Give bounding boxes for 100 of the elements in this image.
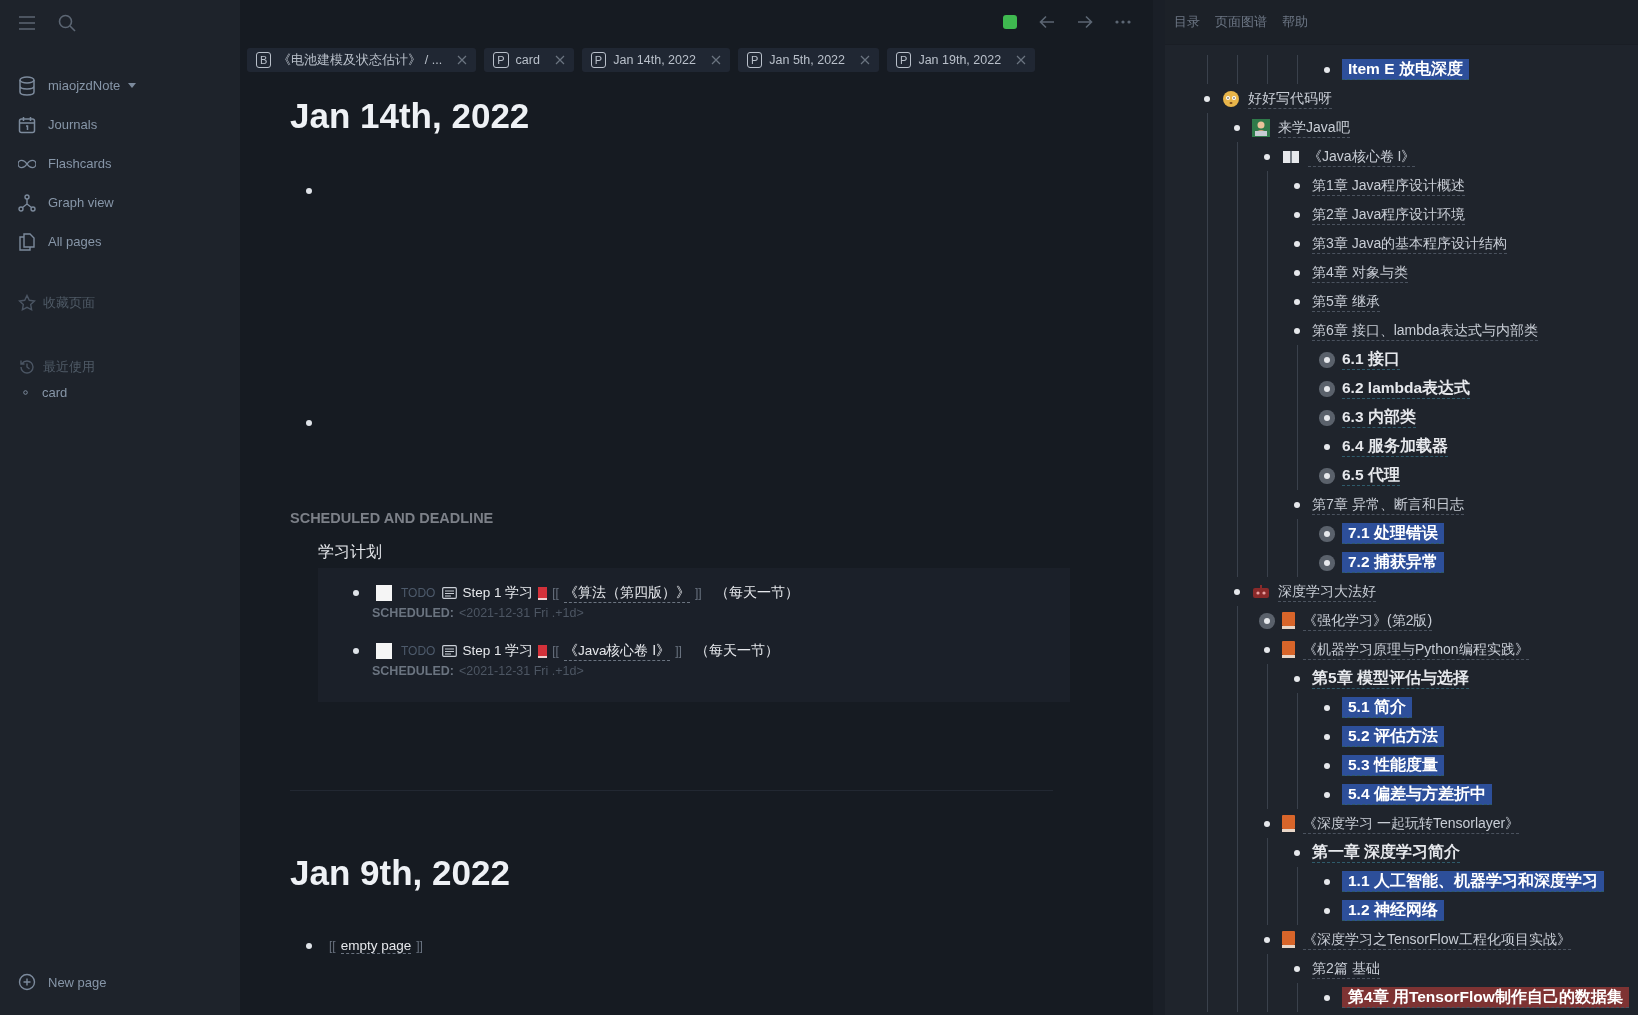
outline-item[interactable]: 第2篇 基础 xyxy=(1312,958,1380,979)
bullet-icon[interactable] xyxy=(1294,849,1300,856)
checkbox[interactable] xyxy=(376,585,392,601)
page-tab[interactable]: B 《电池建模及状态估计》 / ... xyxy=(247,48,477,72)
bullet-icon[interactable] xyxy=(1294,298,1300,305)
outline-item[interactable]: 《Java核心卷 I》 xyxy=(1308,146,1416,167)
bullet-icon[interactable] xyxy=(1294,965,1300,972)
panel-tab[interactable]: 目录 xyxy=(1174,13,1200,31)
nav-item[interactable]: All pages xyxy=(48,234,102,249)
page-tab[interactable]: P Jan 14th, 2022 xyxy=(581,48,730,72)
search-icon[interactable] xyxy=(58,14,76,32)
outline-item[interactable]: 第4章 用TensorFlow制作自己的数据集 xyxy=(1342,987,1629,1008)
outline-item[interactable]: 5.2 评估方法 xyxy=(1342,726,1444,747)
outline-item[interactable]: 6.1 接口 xyxy=(1342,349,1400,370)
outline-item[interactable]: 6.3 内部类 xyxy=(1342,407,1416,428)
close-icon[interactable] xyxy=(554,55,565,65)
bullet-icon[interactable] xyxy=(1264,936,1270,943)
bullet-icon[interactable] xyxy=(306,420,312,426)
page-tab[interactable]: P Jan 5th, 2022 xyxy=(737,48,880,72)
outline-item[interactable]: 《机器学习原理与Python编程实践》 xyxy=(1303,639,1529,660)
bullet-icon[interactable] xyxy=(1324,704,1330,711)
outline-item[interactable]: 6.5 代理 xyxy=(1342,465,1400,486)
outline-item[interactable]: 1.1 人工智能、机器学习和深度学习 xyxy=(1342,871,1604,892)
nav-item[interactable]: Graph view xyxy=(48,195,114,210)
page-tab[interactable]: P card xyxy=(484,48,574,72)
outline-item[interactable]: 6.2 lambda表达式 xyxy=(1342,378,1471,399)
outline-item[interactable]: 7.2 捕获异常 xyxy=(1342,552,1444,573)
bullet-icon[interactable] xyxy=(1264,153,1270,160)
outline-item[interactable]: 《强化学习》(第2版) xyxy=(1303,610,1433,631)
caret-icon[interactable] xyxy=(128,83,137,88)
outline-item[interactable]: 《深度学习 一起玩转Tensorlayer》 xyxy=(1303,813,1520,834)
bullet-icon[interactable] xyxy=(1324,66,1330,73)
bullet-icon[interactable] xyxy=(1234,124,1240,131)
bullet-icon[interactable] xyxy=(353,590,359,596)
bullet-icon[interactable] xyxy=(306,943,312,949)
bullet-icon[interactable] xyxy=(1324,762,1330,769)
outline-item[interactable]: 深度学习大法好 xyxy=(1278,581,1376,602)
outline-item[interactable]: 7.1 处理错误 xyxy=(1342,523,1444,544)
outline-item[interactable]: 第5章 模型评估与选择 xyxy=(1312,668,1469,689)
page-tab[interactable]: P Jan 19th, 2022 xyxy=(887,48,1036,72)
more-icon[interactable] xyxy=(1115,20,1131,24)
repo-name[interactable]: miaojzdNote xyxy=(48,78,121,93)
bullet-icon[interactable] xyxy=(1324,791,1330,798)
outline-item[interactable]: 5.1 简介 xyxy=(1342,697,1412,718)
bullet-icon[interactable] xyxy=(1324,878,1330,885)
outline-item[interactable]: 好好写代码呀 xyxy=(1248,88,1332,109)
outline-item[interactable]: Item E 放电深度 xyxy=(1342,59,1469,80)
bullet-icon[interactable] xyxy=(1324,733,1330,740)
book-icon xyxy=(1282,931,1295,948)
outline-item[interactable]: 1.2 神经网络 xyxy=(1342,900,1444,921)
close-icon[interactable] xyxy=(710,55,721,65)
recent-page-link[interactable]: card xyxy=(42,384,68,400)
bullet-icon[interactable] xyxy=(1204,95,1210,102)
outline-item[interactable]: 来学Java吧 xyxy=(1278,117,1350,138)
bullet-icon[interactable] xyxy=(1264,820,1270,827)
panel-tab[interactable]: 页面图谱 xyxy=(1215,13,1267,31)
journal-title[interactable]: Jan 14th, 2022 xyxy=(290,92,1093,140)
panel-tab[interactable]: 帮助 xyxy=(1282,13,1308,31)
page-link[interactable]: empty page xyxy=(340,938,412,954)
close-icon[interactable] xyxy=(457,55,468,65)
bullet-icon[interactable] xyxy=(353,648,359,654)
bullet-icon[interactable] xyxy=(1324,907,1330,914)
forward-arrow-icon[interactable] xyxy=(1077,15,1093,29)
outline-item[interactable]: 第2章 Java程序设计环境 xyxy=(1312,204,1466,225)
outline-item[interactable]: 第1章 Java程序设计概述 xyxy=(1312,175,1466,196)
nav-item[interactable]: Flashcards xyxy=(48,156,112,171)
outline-item[interactable]: 第一章 深度学习简介 xyxy=(1312,842,1461,863)
nav-item[interactable]: Journals xyxy=(48,117,98,132)
page-link[interactable]: 《Java核心卷 Ⅰ》 xyxy=(563,641,671,661)
bullet-icon[interactable] xyxy=(1294,501,1300,508)
outline-item[interactable]: 第4章 对象与类 xyxy=(1312,262,1408,283)
outline-item[interactable]: 第6章 接口、lambda表达式与内部类 xyxy=(1312,320,1538,341)
bullet-icon[interactable] xyxy=(1294,211,1300,218)
page-link[interactable]: 《算法（第四版）》 xyxy=(563,583,690,603)
close-icon[interactable] xyxy=(860,55,871,65)
bullet-icon[interactable] xyxy=(1294,269,1300,276)
bullet-icon[interactable] xyxy=(1294,675,1300,682)
journal-title[interactable]: Jan 9th, 2022 xyxy=(290,849,1093,897)
bullet-icon[interactable] xyxy=(1324,443,1330,450)
bullet-icon[interactable] xyxy=(306,188,312,194)
checkbox[interactable] xyxy=(376,643,392,659)
outline-item[interactable]: 第5章 继承 xyxy=(1312,291,1380,312)
bullet-icon[interactable] xyxy=(1264,646,1270,653)
card-icon xyxy=(442,587,458,599)
bullet-icon[interactable] xyxy=(1294,327,1300,334)
outline-item[interactable]: 第7章 异常、断言和日志 xyxy=(1312,494,1464,515)
outline-item[interactable]: 5.3 性能度量 xyxy=(1342,755,1444,776)
group-title[interactable]: 学习计划 xyxy=(318,540,1093,568)
history-icon xyxy=(18,358,36,376)
bullet-icon[interactable] xyxy=(1234,588,1240,595)
bullet-icon[interactable] xyxy=(1294,240,1300,247)
bullet-icon[interactable] xyxy=(1294,182,1300,189)
bullet-icon[interactable] xyxy=(1324,994,1330,1001)
new-page-button[interactable]: New page xyxy=(48,974,107,990)
back-arrow-icon[interactable] xyxy=(1039,15,1055,29)
outline-item[interactable]: 第3章 Java的基本程序设计结构 xyxy=(1312,233,1508,254)
outline-item[interactable]: 6.4 服务加载器 xyxy=(1342,436,1448,457)
outline-item[interactable]: 5.4 偏差与方差折中 xyxy=(1342,784,1492,805)
outline-item[interactable]: 《深度学习之TensorFlow工程化项目实战》 xyxy=(1303,929,1571,950)
close-icon[interactable] xyxy=(1016,55,1027,65)
